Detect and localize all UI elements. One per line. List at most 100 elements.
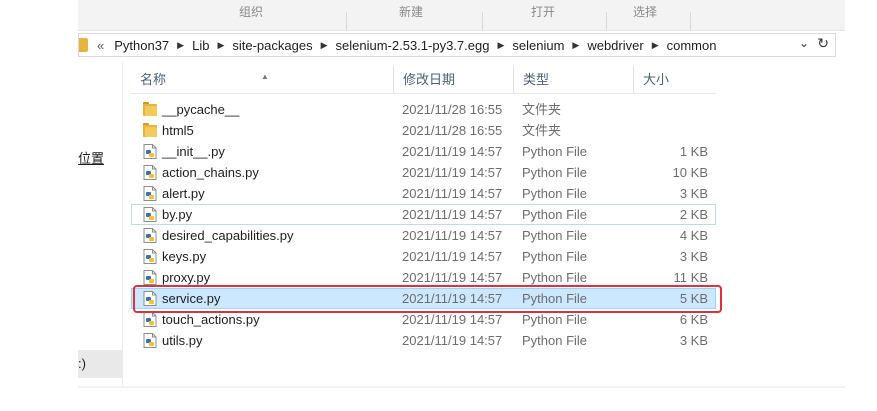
- refresh-icon[interactable]: ↻: [817, 35, 829, 52]
- file-type: Python File: [522, 165, 588, 180]
- file-name: by.py: [162, 207, 193, 222]
- file-size: 3 KB: [679, 333, 708, 348]
- breadcrumb-overflow[interactable]: «: [97, 38, 110, 53]
- file-date: 2021/11/19 14:57: [402, 249, 503, 264]
- window-bottom-edge: [78, 386, 845, 388]
- file-date: 2021/11/19 14:57: [402, 186, 503, 201]
- file-size: 10 KB: [672, 165, 708, 180]
- file-size: 4 KB: [679, 228, 708, 243]
- ribbon-group-open[interactable]: 打开: [488, 0, 598, 24]
- nav-item-location[interactable]: 位置: [78, 148, 104, 167]
- python-file-icon: [143, 312, 157, 327]
- file-type: Python File: [522, 144, 588, 159]
- list-item[interactable]: desired_capabilities.py 2021/11/19 14:57…: [131, 225, 716, 246]
- ribbon-divider: [346, 12, 347, 30]
- list-item[interactable]: __init__.py 2021/11/19 14:57 Python File…: [131, 141, 716, 162]
- file-date: 2021/11/19 14:57: [402, 144, 503, 159]
- python-file-icon: [143, 207, 157, 222]
- chevron-right-icon[interactable]: ▶: [493, 40, 508, 51]
- nav-item-drive[interactable]: :): [78, 356, 86, 371]
- ribbon-bar: 组织 新建 打开 选择: [78, 0, 845, 31]
- python-file-icon: [143, 186, 157, 201]
- file-type: Python File: [522, 333, 588, 348]
- list-item[interactable]: by.py 2021/11/19 14:57 Python File 2 KB: [131, 204, 716, 225]
- file-name: keys.py: [162, 249, 207, 264]
- chevron-right-icon[interactable]: ▶: [173, 40, 188, 51]
- file-list: __pycache__ 2021/11/28 16:55 文件夹 html5 2…: [131, 99, 716, 351]
- column-header-label: 大小: [643, 72, 670, 87]
- python-file-icon: [143, 270, 157, 285]
- folder-icon: [143, 123, 157, 138]
- ribbon-group-label: 选择: [632, 5, 657, 19]
- file-size: 3 KB: [679, 249, 708, 264]
- file-date: 2021/11/19 14:57: [402, 165, 503, 180]
- list-item[interactable]: utils.py 2021/11/19 14:57 Python File 3 …: [131, 330, 716, 351]
- python-file-icon: [143, 144, 157, 159]
- file-name: desired_capabilities.py: [162, 228, 294, 243]
- file-name: action_chains.py: [162, 165, 259, 180]
- list-item[interactable]: action_chains.py 2021/11/19 14:57 Python…: [131, 162, 716, 183]
- python-file-icon: [143, 228, 157, 243]
- navigation-pane: 位置 :): [78, 62, 123, 386]
- file-type: 文件夹: [522, 123, 562, 138]
- list-item[interactable]: alert.py 2021/11/19 14:57 Python File 3 …: [131, 183, 716, 204]
- file-type: 文件夹: [522, 102, 562, 117]
- ribbon-group-label: 新建: [398, 5, 423, 19]
- ribbon-group-label: 组织: [238, 5, 263, 19]
- breadcrumb-selenium-egg[interactable]: selenium-2.53.1-py3.7.egg: [332, 38, 494, 53]
- file-type: Python File: [522, 207, 588, 222]
- address-bar[interactable]: « Python37 ▶ Lib ▶ site-packages ▶ selen…: [78, 33, 836, 57]
- ribbon-divider: [482, 12, 483, 30]
- column-header-date[interactable]: 修改日期: [393, 66, 513, 93]
- column-header-type[interactable]: 类型: [513, 66, 633, 93]
- column-header-size[interactable]: 大小: [633, 66, 716, 93]
- file-name: alert.py: [162, 186, 205, 201]
- file-type: Python File: [522, 228, 588, 243]
- file-size: 3 KB: [679, 186, 708, 201]
- chevron-right-icon[interactable]: ▶: [648, 40, 663, 51]
- python-file-icon: [143, 165, 157, 180]
- file-size: 2 KB: [679, 207, 708, 222]
- file-date: 2021/11/28 16:55: [402, 123, 503, 138]
- breadcrumb-webdriver[interactable]: webdriver: [583, 38, 647, 53]
- breadcrumb: « Python37 ▶ Lib ▶ site-packages ▶ selen…: [97, 34, 720, 56]
- column-header-label: 修改日期: [403, 72, 456, 87]
- file-name: utils.py: [162, 333, 203, 348]
- breadcrumb-common[interactable]: common: [663, 38, 721, 53]
- ribbon-divider: [690, 12, 691, 30]
- file-size: 1 KB: [679, 144, 708, 159]
- python-file-icon: [143, 333, 157, 348]
- folder-icon: [79, 38, 88, 52]
- file-type: Python File: [522, 186, 588, 201]
- chevron-right-icon[interactable]: ▶: [317, 40, 332, 51]
- file-date: 2021/11/19 14:57: [402, 207, 503, 222]
- ribbon-group-label: 打开: [530, 5, 555, 19]
- list-item[interactable]: html5 2021/11/28 16:55 文件夹: [131, 120, 716, 141]
- file-name: __pycache__: [162, 102, 240, 117]
- list-item[interactable]: __pycache__ 2021/11/28 16:55 文件夹: [131, 99, 716, 120]
- breadcrumb-python37[interactable]: Python37: [110, 38, 173, 53]
- column-header-label: 名称: [140, 72, 167, 87]
- ribbon-group-select[interactable]: 选择: [590, 0, 700, 24]
- python-file-icon: [143, 249, 157, 264]
- file-date: 2021/11/19 14:57: [402, 333, 503, 348]
- breadcrumb-site-packages[interactable]: site-packages: [228, 38, 316, 53]
- file-type: Python File: [522, 249, 588, 264]
- list-item[interactable]: keys.py 2021/11/19 14:57 Python File 3 K…: [131, 246, 716, 267]
- ribbon-group-new[interactable]: 新建: [356, 0, 466, 24]
- chevron-right-icon[interactable]: ▶: [568, 40, 583, 51]
- annotation-highlight-box: [133, 285, 722, 313]
- file-date: 2021/11/28 16:55: [402, 102, 503, 117]
- folder-icon: [143, 102, 157, 117]
- ribbon-group-organize[interactable]: 组织: [196, 0, 306, 24]
- file-name: __init__.py: [162, 144, 225, 159]
- file-name: html5: [162, 123, 194, 138]
- breadcrumb-lib[interactable]: Lib: [188, 38, 213, 53]
- file-date: 2021/11/19 14:57: [402, 228, 503, 243]
- column-headers: 名称 ▲ 修改日期 类型 大小: [131, 66, 716, 94]
- chevron-right-icon[interactable]: ▶: [213, 40, 228, 51]
- chevron-down-icon[interactable]: ⌄: [799, 36, 809, 50]
- sort-up-icon: ▲: [261, 72, 269, 81]
- breadcrumb-selenium[interactable]: selenium: [508, 38, 568, 53]
- column-header-name[interactable]: 名称 ▲: [131, 66, 393, 93]
